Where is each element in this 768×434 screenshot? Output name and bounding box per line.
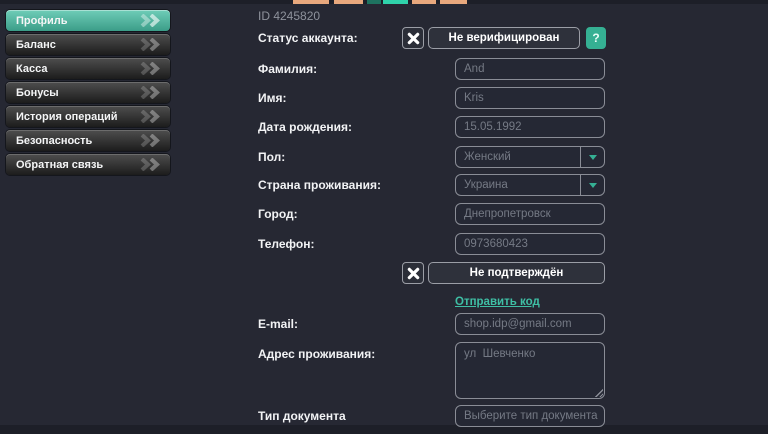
first-name-label: Имя: [258, 91, 287, 105]
gender-row: Пол: Женский [258, 146, 768, 168]
double-chevron-right-icon [140, 134, 160, 147]
document-type-selected-value: Выберите тип документа [464, 410, 598, 422]
account-sidebar: Профиль Баланс Касса Бонусы История опер… [6, 10, 170, 178]
document-type-select[interactable]: Выберите тип документа [455, 405, 605, 427]
chevron-down-icon [588, 182, 597, 188]
gender-select[interactable]: Женский [455, 146, 605, 168]
sidebar-item-security[interactable]: Безопасность [6, 130, 170, 151]
gender-selected-value: Женский [464, 151, 511, 163]
document-type-label: Тип документа [258, 409, 346, 423]
phone-row: Телефон: [258, 233, 768, 255]
city-field[interactable] [455, 203, 605, 225]
first-name-row: Имя: [258, 87, 768, 109]
sidebar-item-label: История операций [16, 110, 118, 123]
sidebar-item-label: Баланс [16, 38, 56, 51]
phone-field[interactable] [455, 233, 605, 255]
double-chevron-right-icon [140, 158, 160, 171]
chevron-down-icon [588, 154, 597, 160]
country-dropdown-zone[interactable] [580, 175, 604, 195]
send-code-link[interactable]: Отправить код [455, 296, 540, 308]
phone-confirmation-status-button[interactable]: Не подтверждён [428, 262, 605, 284]
birth-date-field[interactable] [455, 116, 605, 138]
double-chevron-right-icon [140, 14, 160, 27]
send-code-row: Отправить код [258, 291, 768, 313]
double-chevron-right-icon [140, 86, 160, 99]
logo-fragment [293, 0, 329, 4]
double-chevron-right-icon [140, 110, 160, 123]
sidebar-item-label: Бонусы [16, 86, 59, 99]
user-id: ID 4245820 [258, 9, 321, 23]
double-chevron-right-icon [140, 38, 160, 51]
cross-icon [407, 267, 419, 279]
cross-icon [407, 32, 419, 44]
address-label: Адрес проживания: [258, 347, 376, 361]
city-row: Город: [258, 203, 768, 225]
sidebar-item-balance[interactable]: Баланс [6, 34, 170, 55]
email-row: E-mail: [258, 313, 768, 335]
first-name-field[interactable] [455, 87, 605, 109]
country-select[interactable]: Украина [455, 174, 605, 196]
help-button[interactable]: ? [586, 27, 606, 49]
status-unverified-button[interactable] [402, 27, 424, 49]
document-type-row: Тип документа Выберите тип документа [258, 405, 768, 427]
email-field[interactable] [455, 313, 605, 335]
account-status-label: Статус аккаунта: [258, 31, 358, 45]
logo-fragment [440, 0, 467, 4]
logo-fragment [367, 0, 381, 4]
logo-fragment [412, 0, 436, 4]
sidebar-item-history[interactable]: История операций [6, 106, 170, 127]
sidebar-item-cashier[interactable]: Касса [6, 58, 170, 79]
birth-date-label: Дата рождения: [258, 120, 353, 134]
sidebar-item-profile[interactable]: Профиль [6, 10, 170, 31]
birth-date-row: Дата рождения: [258, 116, 768, 138]
gender-label: Пол: [258, 150, 286, 164]
logo-fragment [383, 0, 408, 4]
last-name-label: Фамилия: [258, 62, 318, 76]
verification-status-button[interactable]: Не верифицирован [428, 27, 580, 49]
double-chevron-right-icon [140, 62, 160, 75]
header-cutoff-strip [0, 0, 768, 4]
sidebar-item-label: Обратная связь [16, 158, 104, 171]
gender-dropdown-zone[interactable] [580, 147, 604, 167]
phone-unconfirmed-button[interactable] [402, 262, 424, 284]
last-name-row: Фамилия: [258, 58, 768, 80]
account-status-row: Статус аккаунта: Не верифицирован ? [258, 27, 768, 49]
last-name-field[interactable] [455, 58, 605, 80]
phone-label: Телефон: [258, 237, 315, 251]
email-label: E-mail: [258, 317, 299, 331]
country-selected-value: Украина [464, 179, 508, 191]
sidebar-item-label: Касса [16, 62, 48, 75]
sidebar-item-label: Профиль [16, 14, 68, 27]
logo-fragment [334, 0, 363, 4]
city-label: Город: [258, 207, 298, 221]
country-label: Страна проживания: [258, 178, 381, 192]
user-id-row: ID 4245820 [258, 5, 768, 27]
address-field[interactable]: ул Шевченко [455, 342, 605, 399]
sidebar-item-bonuses[interactable]: Бонусы [6, 82, 170, 103]
sidebar-item-feedback[interactable]: Обратная связь [6, 154, 170, 175]
address-row: Адрес проживания: ул Шевченко [258, 342, 768, 399]
country-row: Страна проживания: Украина [258, 174, 768, 196]
sidebar-item-label: Безопасность [16, 134, 93, 147]
phone-status-row: Не подтверждён [258, 262, 768, 284]
